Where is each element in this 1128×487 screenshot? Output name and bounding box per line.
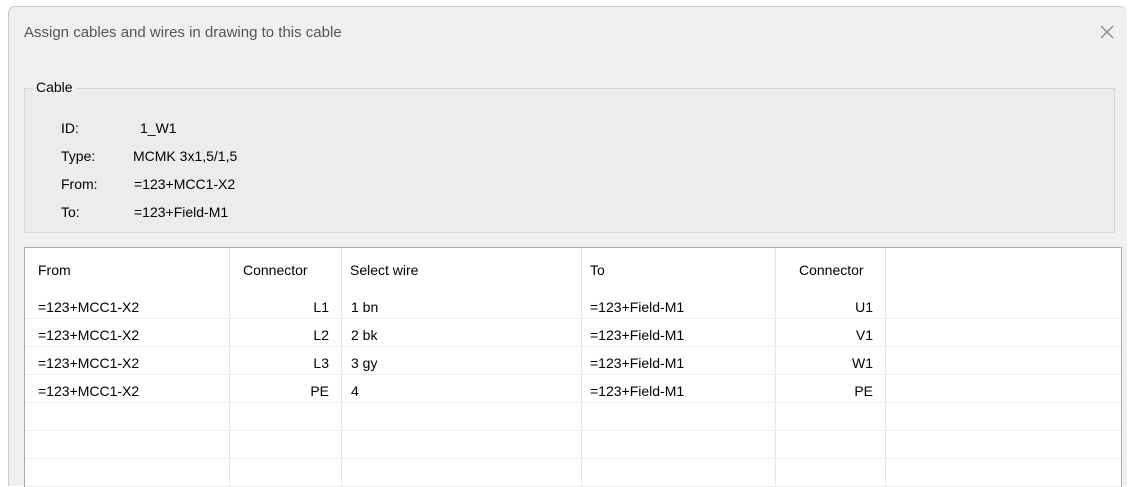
cable-from-label: From: xyxy=(61,176,98,192)
cable-to-label: To: xyxy=(61,204,80,220)
column-header-connector-to[interactable]: Connector xyxy=(799,262,864,278)
assign-cables-dialog: Assign cables and wires in drawing to th… xyxy=(8,6,1127,487)
cell-select-wire[interactable]: 2 bk xyxy=(351,327,377,343)
column-header-from[interactable]: From xyxy=(38,262,71,278)
row-divider xyxy=(25,458,1121,459)
cell-connector-to: PE xyxy=(854,383,873,399)
wire-assignment-table[interactable]: From Connector Select wire To Connector … xyxy=(24,247,1122,487)
cable-group: Cable ID: 1_W1 Type: MCMK 3x1,5/1,5 From… xyxy=(24,79,1115,233)
cell-to: =123+Field-M1 xyxy=(590,327,685,343)
cell-from: =123+MCC1-X2 xyxy=(38,383,140,399)
row-divider xyxy=(25,374,1121,375)
cell-connector-from: L1 xyxy=(313,299,329,315)
row-divider xyxy=(25,318,1121,319)
row-divider xyxy=(25,430,1121,431)
row-divider xyxy=(25,402,1121,403)
cell-connector-to: V1 xyxy=(855,327,873,343)
cell-from: =123+MCC1-X2 xyxy=(38,355,140,371)
cell-from: =123+MCC1-X2 xyxy=(38,327,140,343)
cell-connector-from: L3 xyxy=(313,355,329,371)
cell-to: =123+Field-M1 xyxy=(590,355,685,371)
cable-type-value: MCMK 3x1,5/1,5 xyxy=(133,148,238,164)
column-header-select-wire[interactable]: Select wire xyxy=(350,262,418,278)
cell-to: =123+Field-M1 xyxy=(590,383,685,399)
column-header-connector-from[interactable]: Connector xyxy=(243,262,308,278)
cell-to: =123+Field-M1 xyxy=(590,299,685,315)
column-divider xyxy=(581,248,582,487)
row-divider xyxy=(25,346,1121,347)
dialog-title: Assign cables and wires in drawing to th… xyxy=(24,24,342,41)
cable-id-value: 1_W1 xyxy=(140,120,177,136)
column-divider xyxy=(341,248,342,487)
close-icon xyxy=(1100,25,1114,39)
column-divider xyxy=(229,248,230,487)
cell-select-wire[interactable]: 1 bn xyxy=(351,299,378,315)
column-divider xyxy=(885,248,886,487)
cell-connector-to: U1 xyxy=(855,299,873,315)
cable-to-value: =123+Field-M1 xyxy=(134,204,229,220)
cell-connector-to: W1 xyxy=(852,355,873,371)
cable-id-label: ID: xyxy=(61,120,79,136)
close-button[interactable] xyxy=(1092,17,1122,47)
cable-from-value: =123+MCC1-X2 xyxy=(134,176,236,192)
cell-connector-from: PE xyxy=(310,383,329,399)
column-divider xyxy=(775,248,776,487)
cell-select-wire[interactable]: 4 xyxy=(351,383,359,399)
cell-connector-from: L2 xyxy=(313,327,329,343)
cable-type-label: Type: xyxy=(61,148,96,164)
cable-group-legend: Cable xyxy=(33,79,76,95)
cell-select-wire[interactable]: 3 gy xyxy=(351,355,377,371)
column-header-to[interactable]: To xyxy=(590,262,605,278)
cell-from: =123+MCC1-X2 xyxy=(38,299,140,315)
